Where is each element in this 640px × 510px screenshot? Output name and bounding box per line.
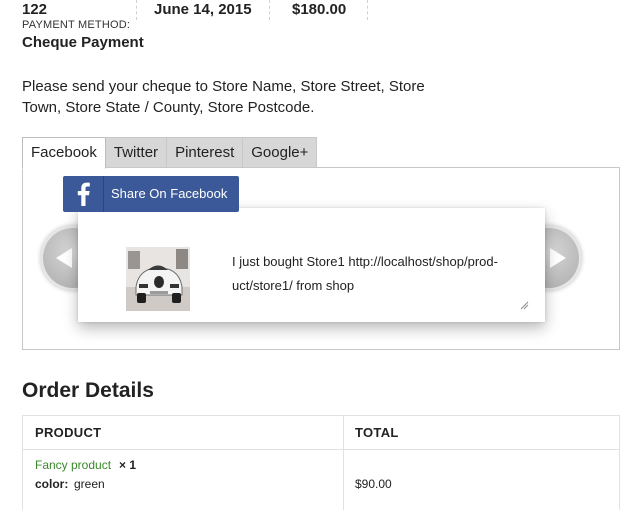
- chevron-left-icon: [56, 248, 72, 268]
- column-header-product: PRODUCT: [35, 425, 102, 440]
- line-total: $90.00: [355, 477, 392, 491]
- share-tabs: Facebook Twitter Pinterest Google+: [22, 137, 318, 169]
- order-total: $180.00: [292, 1, 347, 18]
- share-button-label: Share On Facebook: [111, 186, 228, 201]
- resize-grip-icon[interactable]: [520, 301, 529, 310]
- table-row: Fancy product × 1 color: green $90.00: [23, 450, 619, 510]
- tab-facebook[interactable]: Facebook: [22, 137, 106, 169]
- order-date: June 14, 2015: [154, 1, 252, 18]
- column-header-total: TOTAL: [355, 425, 399, 440]
- tab-twitter[interactable]: Twitter: [105, 137, 168, 168]
- payment-method-value: Cheque Payment: [22, 34, 144, 51]
- product-link[interactable]: Fancy product: [35, 457, 111, 473]
- tab-pinterest[interactable]: Pinterest: [167, 137, 244, 168]
- overview-divider: [136, 0, 137, 20]
- order-details-heading: Order Details: [22, 379, 154, 402]
- product-meta-value: green: [74, 477, 105, 491]
- overview-divider: [269, 0, 270, 20]
- share-panel: I just bought Store1 http://localhost/sh…: [22, 167, 620, 350]
- product-thumbnail: [126, 247, 190, 311]
- share-message-textarea[interactable]: I just bought Store1 http://localhost/sh…: [228, 250, 529, 310]
- product-meta-key: color:: [35, 477, 69, 491]
- share-message: I just bought Store1 http://localhost/sh…: [232, 254, 498, 293]
- share-on-facebook-button[interactable]: Share On Facebook: [63, 176, 239, 212]
- order-number: 122: [22, 1, 48, 18]
- payment-instructions: Please send your cheque to Store Name, S…: [22, 78, 425, 116]
- product-quantity: × 1: [119, 458, 137, 472]
- facebook-share-card: I just bought Store1 http://localhost/sh…: [78, 208, 545, 322]
- order-overview: 122 June 14, 2015 $180.00 PAYMENT METHOD…: [0, 0, 640, 60]
- facebook-f-icon: [63, 176, 104, 212]
- order-details-table: PRODUCT TOTAL Fancy product × 1 color: g…: [22, 415, 620, 510]
- payment-method-label: PAYMENT METHOD:: [22, 19, 131, 31]
- chevron-right-icon: [550, 248, 566, 268]
- table-header-row: PRODUCT TOTAL: [23, 416, 619, 450]
- car-image: [126, 247, 190, 311]
- tab-google-plus[interactable]: Google+: [243, 137, 318, 168]
- overview-divider: [367, 0, 368, 20]
